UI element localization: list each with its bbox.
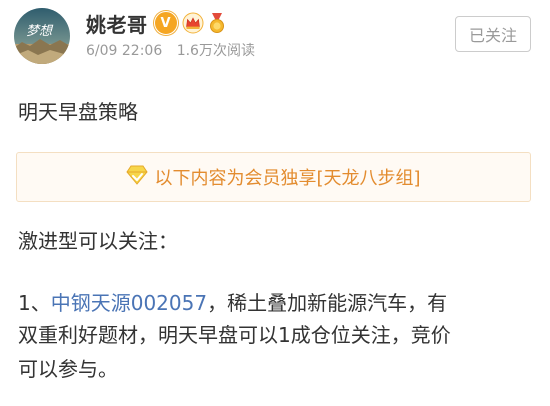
crown-icon (182, 12, 204, 34)
diamond-icon (126, 165, 149, 189)
stock-link[interactable]: 中钢天源002057 (51, 291, 207, 315)
paragraph-aggressive: 激进型可以关注： (18, 229, 178, 253)
avatar-image: 梦想 (14, 8, 70, 64)
vip-notice-box[interactable]: 以下内容为会员独享[天龙八步组] (16, 152, 531, 202)
verified-v-icon: V (153, 11, 178, 35)
paragraph-item-1: 1、中钢天源002057，稀土叠加新能源汽车，有 (18, 287, 447, 316)
name-row: 姚老哥 V (86, 9, 228, 38)
username[interactable]: 姚老哥 (86, 9, 148, 38)
view-count: 1.6万次阅读 (176, 43, 255, 59)
followed-button[interactable]: 已关注 (455, 16, 531, 52)
avatar[interactable]: 梦想 (14, 8, 70, 64)
post-date: 6/09 22:06 (86, 43, 163, 59)
item-prefix: 1、 (18, 291, 51, 315)
item-text: ，稀土叠加新能源汽车，有 (207, 291, 448, 315)
paragraph-line-3: 双重利好题材，明天早盘可以1成仓位关注，竞价 (18, 323, 451, 347)
vip-notice-text: 以下内容为会员独享[天龙八步组] (154, 168, 421, 189)
post-header: 梦想 姚老哥 V 6/09 22:06 1.6万次阅读 已关注 (0, 0, 550, 80)
avatar-text: 梦想 (26, 24, 54, 39)
medal-icon (206, 12, 228, 34)
post-title: 明天早盘策略 (18, 100, 138, 124)
paragraph-line-4: 可以参与。 (18, 357, 118, 381)
post-meta: 6/09 22:06 1.6万次阅读 (86, 40, 255, 60)
